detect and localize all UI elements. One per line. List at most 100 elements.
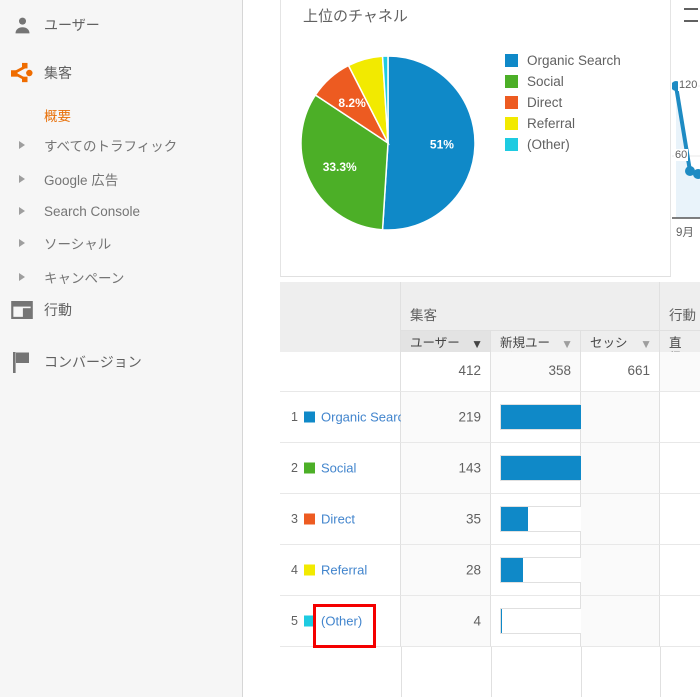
row-users-value: 4 <box>473 613 481 629</box>
sidebar-item-users[interactable]: ユーザー <box>0 8 243 42</box>
header-group-acquisition-label: 集客 <box>410 308 437 323</box>
channel-name-link[interactable]: Direct <box>321 512 355 527</box>
row-new-users-cell <box>491 596 670 647</box>
legend-label-direct: Direct <box>527 95 563 110</box>
table-summary-row: 412 358 661 <box>280 352 700 392</box>
chevron-right-icon <box>0 239 44 247</box>
table-row[interactable]: 4 Referral 28 <box>280 545 700 596</box>
legend-item[interactable]: Direct <box>505 92 621 113</box>
legend-swatch-social <box>505 75 518 88</box>
legend-label-other: (Other) <box>527 137 570 152</box>
legend-item[interactable]: (Other) <box>505 134 621 155</box>
pie-slice-organic-search[interactable] <box>381 55 476 231</box>
row-new-users-cell <box>491 392 670 443</box>
legend-item[interactable]: Social <box>505 71 621 92</box>
table-divider <box>401 647 402 697</box>
sidebar-item-search-console-label: Search Console <box>44 203 141 219</box>
legend-item[interactable]: Organic Search <box>505 50 621 71</box>
pie-chart-legend: Organic Search Social Direct Referral (O… <box>505 50 621 155</box>
summary-cell-sessions: 661 <box>581 352 660 392</box>
conversion-flag-icon <box>0 345 44 379</box>
summary-new-users-value: 358 <box>548 363 571 378</box>
pie-chart-svg: 51% 33.3% 8.2% <box>300 55 476 231</box>
sidebar-item-overview-label: 概要 <box>44 109 71 124</box>
channel-color-swatch <box>304 462 315 474</box>
chevron-right-icon <box>0 141 44 149</box>
sidebar-item-all-traffic-label: すべてのトラフィック <box>44 139 178 154</box>
legend-swatch-other <box>505 138 518 151</box>
sidebar-item-search-console[interactable]: Search Console <box>0 196 243 226</box>
sidebar-item-behavior-label: 行動 <box>44 302 72 318</box>
row-new-users-cell <box>491 443 670 494</box>
row-bounce-rate-cell <box>660 596 700 647</box>
row-rank: 1 <box>291 410 298 424</box>
table-divider <box>660 647 661 697</box>
table-row[interactable]: 5 (Other) 4 <box>280 596 700 648</box>
sidebar-item-behavior[interactable]: 行動 <box>0 293 243 327</box>
channel-color-swatch <box>304 513 315 525</box>
pie-slice-label: 51% <box>430 138 454 152</box>
row-new-users-cell <box>491 545 670 596</box>
y-axis-label-120: 120 <box>678 79 699 91</box>
acquisition-icon <box>0 56 44 90</box>
header-group-behavior-label: 行動 <box>669 308 696 323</box>
summary-cell-bounce-rate <box>660 352 700 392</box>
row-users-cell: 219 <box>401 392 491 443</box>
row-bounce-rate-cell <box>660 545 700 596</box>
sort-descending-icon: ▼ <box>640 337 652 351</box>
channel-name-link[interactable]: (Other) <box>321 614 362 629</box>
table-row[interactable]: 2 Social 143 <box>280 443 700 494</box>
row-sessions-cell <box>581 545 660 596</box>
row-users-value: 35 <box>465 511 481 527</box>
users-line-chart-partial: 120 60 9月 <box>672 0 700 277</box>
row-users-cell: 35 <box>401 494 491 545</box>
left-sidebar: ユーザー 集客 概要 すべてのトラフィック Google 広告 Search C… <box>0 0 243 697</box>
legend-dash-icon <box>684 20 698 22</box>
row-channel-cell[interactable]: 2 Social <box>280 443 401 494</box>
sidebar-item-campaigns[interactable]: キャンペーン <box>0 262 243 292</box>
legend-label-social: Social <box>527 74 564 89</box>
sidebar-item-overview[interactable]: 概要 <box>0 100 243 130</box>
row-new-users-cell <box>491 494 670 545</box>
channel-color-swatch <box>304 615 315 627</box>
row-users-value: 28 <box>465 562 481 578</box>
row-sessions-cell <box>581 392 660 443</box>
row-channel-cell[interactable]: 4 Referral <box>280 545 401 596</box>
sidebar-item-social-label: ソーシャル <box>44 237 112 252</box>
sidebar-item-google-ads[interactable]: Google 広告 <box>0 164 243 194</box>
analytics-acquisition-overview: ユーザー 集客 概要 すべてのトラフィック Google 広告 Search C… <box>0 0 700 697</box>
legend-swatch-organic-search <box>505 54 518 67</box>
chevron-right-icon <box>0 175 44 183</box>
row-channel-cell[interactable]: 1 Organic Search <box>280 392 411 443</box>
table-row[interactable]: 1 Organic Search 219 <box>280 392 700 443</box>
line-chart-plot: 120 60 <box>672 78 700 238</box>
behavior-icon <box>0 293 44 327</box>
pie-slice-label: 33.3% <box>323 160 357 174</box>
sidebar-item-conversions[interactable]: コンバージョン <box>0 345 243 379</box>
sidebar-item-all-traffic[interactable]: すべてのトラフィック <box>0 130 243 160</box>
sidebar-item-social[interactable]: ソーシャル <box>0 228 243 258</box>
channel-name-link[interactable]: Social <box>321 461 356 476</box>
row-channel-cell[interactable]: 5 (Other) <box>280 596 401 648</box>
row-users-cell: 4 <box>401 596 491 647</box>
legend-item[interactable]: Referral <box>505 113 621 134</box>
table-divider <box>491 647 492 697</box>
chevron-right-icon <box>0 207 44 215</box>
row-bounce-rate-cell <box>660 392 700 443</box>
row-rank: 2 <box>291 461 298 475</box>
channel-name-link[interactable]: Organic Search <box>321 410 411 425</box>
row-sessions-cell <box>581 494 660 545</box>
table-divider <box>581 647 582 697</box>
pie-chart[interactable]: 51% 33.3% 8.2% <box>293 48 483 238</box>
table-row[interactable]: 3 Direct 35 <box>280 494 700 545</box>
row-channel-cell[interactable]: 3 Direct <box>280 494 401 545</box>
row-users-value: 143 <box>458 460 481 476</box>
row-rank: 5 <box>291 614 298 628</box>
y-axis-label-60: 60 <box>674 149 689 161</box>
legend-swatch-referral <box>505 117 518 130</box>
channel-name-link[interactable]: Referral <box>321 563 367 578</box>
row-sessions-cell <box>581 443 660 494</box>
sidebar-item-acquisition[interactable]: 集客 <box>0 56 243 90</box>
pie-chart-title: 上位のチャネル <box>303 8 408 25</box>
sidebar-item-campaigns-label: キャンペーン <box>44 271 125 286</box>
